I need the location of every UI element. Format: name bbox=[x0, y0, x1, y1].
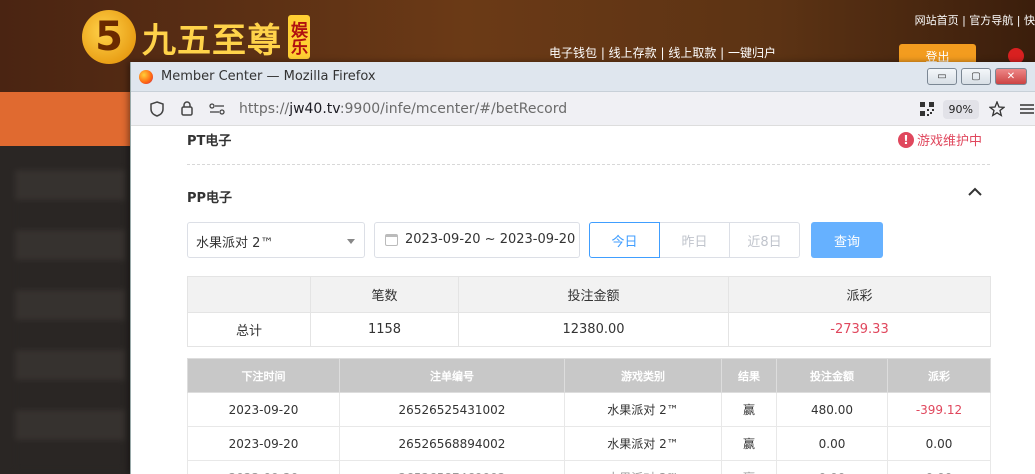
cell-payout: -399.12 bbox=[887, 392, 991, 427]
lock-icon[interactable] bbox=[179, 101, 195, 117]
summary-header-bet: 投注金额 bbox=[458, 276, 729, 313]
header-game-type[interactable]: 游戏类别 bbox=[564, 358, 722, 393]
date-range-value: 2023-09-20 ~ 2023-09-20 bbox=[405, 232, 576, 247]
last-8-days-button[interactable]: 近8日 bbox=[729, 222, 800, 258]
site-nav-links[interactable]: 电子钱包 | 线上存款 | 线上取款 | 一键归户 bbox=[549, 44, 776, 61]
chevron-up-icon[interactable] bbox=[968, 185, 982, 199]
header-payout[interactable]: 派彩 bbox=[887, 358, 991, 393]
table-row[interactable]: 2023-09-20 26526568894002 水果派对 2™ 赢 0.00… bbox=[187, 426, 991, 461]
url-bar: https://jw40.tv:9900/infe/mcenter/#/betR… bbox=[131, 92, 1035, 126]
cell-game: 水果派对 2™ bbox=[564, 460, 722, 474]
maintenance-label: 游戏维护中 bbox=[916, 134, 982, 149]
cell-bet: 0.00 bbox=[776, 460, 888, 474]
window-title: Member Center — Mozilla Firefox bbox=[161, 69, 376, 84]
summary-header-payout: 派彩 bbox=[728, 276, 991, 313]
caret-down-icon bbox=[347, 239, 355, 244]
cell-time: 2023-09-20 bbox=[187, 460, 340, 474]
game-select[interactable]: 水果派对 2™ bbox=[187, 222, 365, 258]
zoom-level-badge[interactable]: 90% bbox=[942, 99, 979, 119]
logo-text: 九五至尊 bbox=[142, 20, 282, 61]
logo-mark: 5 bbox=[82, 10, 136, 64]
bet-record-page: PT电子 ! 游戏维护中 PP电子 水果派对 2™ 2023-09-20 ~ 2… bbox=[187, 126, 991, 474]
calendar-icon bbox=[385, 234, 398, 246]
records-header-row: 下注时间 注单编号 游戏类别 结果 投注金额 派彩 bbox=[187, 358, 991, 393]
section-title-pp: PP电子 bbox=[187, 191, 233, 206]
date-range-picker[interactable]: 2023-09-20 ~ 2023-09-20 bbox=[374, 222, 580, 258]
table-row[interactable]: 2023-09-20 26526525431002 水果派对 2™ 赢 480.… bbox=[187, 392, 991, 427]
cell-id: 26526568894002 bbox=[339, 426, 565, 461]
game-select-value: 水果派对 2™ bbox=[196, 236, 274, 251]
summary-header-count: 笔数 bbox=[310, 276, 459, 313]
cell-id: 26526587469002 bbox=[339, 460, 565, 474]
close-button[interactable]: ✕ bbox=[995, 68, 1027, 85]
query-button[interactable]: 查询 bbox=[811, 222, 883, 258]
minimize-button[interactable]: ▭ bbox=[927, 68, 957, 85]
cell-payout: 0.00 bbox=[887, 460, 991, 474]
filter-bar: 水果派对 2™ 2023-09-20 ~ 2023-09-20 今日 昨日 近8… bbox=[187, 222, 990, 258]
table-row[interactable]: 2023-09-20 26526587469002 水果派对 2™ 赢 0.00… bbox=[187, 460, 991, 474]
window-titlebar[interactable]: Member Center — Mozilla Firefox ▭ ▢ ✕ bbox=[131, 62, 1035, 92]
logo-badge: 娱乐 bbox=[287, 15, 310, 59]
summary-total-bet: 12380.00 bbox=[458, 312, 729, 347]
summary-total-count: 1158 bbox=[310, 312, 459, 347]
cell-game: 水果派对 2™ bbox=[564, 426, 722, 461]
permissions-icon[interactable] bbox=[209, 101, 225, 117]
header-bet-id[interactable]: 注单编号 bbox=[339, 358, 565, 393]
yesterday-button[interactable]: 昨日 bbox=[659, 222, 730, 258]
url-bar-actions: 90% bbox=[919, 92, 1035, 126]
qr-code-icon[interactable] bbox=[919, 101, 935, 117]
section-title-pt: PT电子 bbox=[187, 134, 232, 149]
section-pp[interactable]: PP电子 bbox=[187, 165, 990, 206]
cell-time: 2023-09-20 bbox=[187, 426, 340, 461]
summary-header-row: 笔数 投注金额 派彩 bbox=[187, 276, 991, 313]
shield-icon[interactable] bbox=[149, 100, 165, 117]
url-domain: jw40.tv bbox=[289, 100, 340, 117]
bookmark-star-icon[interactable] bbox=[989, 101, 1005, 117]
header-bet-amount[interactable]: 投注金额 bbox=[776, 358, 888, 393]
url-text[interactable]: https://jw40.tv:9900/infe/mcenter/#/betR… bbox=[239, 101, 567, 117]
site-top-links[interactable]: 网站首页 | 官方导航 | 快 bbox=[915, 12, 1035, 28]
cell-time: 2023-09-20 bbox=[187, 392, 340, 427]
cell-result: 赢 bbox=[721, 426, 777, 461]
site-logo[interactable]: 5 九五至尊 娱乐 bbox=[82, 10, 310, 64]
bet-records-table: 下注时间 注单编号 游戏类别 结果 投注金额 派彩 2023-09-20 265… bbox=[187, 358, 991, 474]
section-pt[interactable]: PT电子 ! 游戏维护中 bbox=[187, 126, 990, 165]
url-path: :9900/infe/mcenter/#/betRecord bbox=[339, 100, 568, 117]
today-button[interactable]: 今日 bbox=[589, 222, 660, 258]
summary-table: 笔数 投注金额 派彩 总计 1158 12380.00 -2739.33 bbox=[187, 276, 991, 347]
maximize-button[interactable]: ▢ bbox=[961, 68, 991, 85]
firefox-logo-icon bbox=[139, 69, 153, 84]
header-bet-time[interactable]: 下注时间 bbox=[187, 358, 340, 393]
header-result[interactable]: 结果 bbox=[721, 358, 777, 393]
cell-game: 水果派对 2™ bbox=[564, 392, 722, 427]
window-controls: ▭ ▢ ✕ bbox=[927, 68, 1027, 85]
cell-bet: 0.00 bbox=[776, 426, 888, 461]
summary-total-row: 总计 1158 12380.00 -2739.33 bbox=[187, 312, 991, 347]
date-shortcut-group: 今日 昨日 近8日 bbox=[589, 222, 800, 258]
warning-icon: ! bbox=[897, 131, 914, 148]
summary-total-payout: -2739.33 bbox=[728, 312, 991, 347]
summary-header-blank bbox=[187, 276, 311, 313]
site-blurred-sidebar bbox=[15, 170, 125, 470]
cell-id: 26526525431002 bbox=[339, 392, 565, 427]
cell-result: 赢 bbox=[721, 392, 777, 427]
url-prefix: https:// bbox=[239, 100, 290, 117]
menu-icon[interactable] bbox=[1019, 101, 1035, 117]
summary-total-label: 总计 bbox=[187, 312, 311, 347]
maintenance-notice: ! 游戏维护中 bbox=[897, 130, 982, 149]
firefox-window: Member Center — Mozilla Firefox ▭ ▢ ✕ ht… bbox=[130, 62, 1035, 474]
cell-result: 赢 bbox=[721, 460, 777, 474]
cell-bet: 480.00 bbox=[776, 392, 888, 427]
cell-payout: 0.00 bbox=[887, 426, 991, 461]
